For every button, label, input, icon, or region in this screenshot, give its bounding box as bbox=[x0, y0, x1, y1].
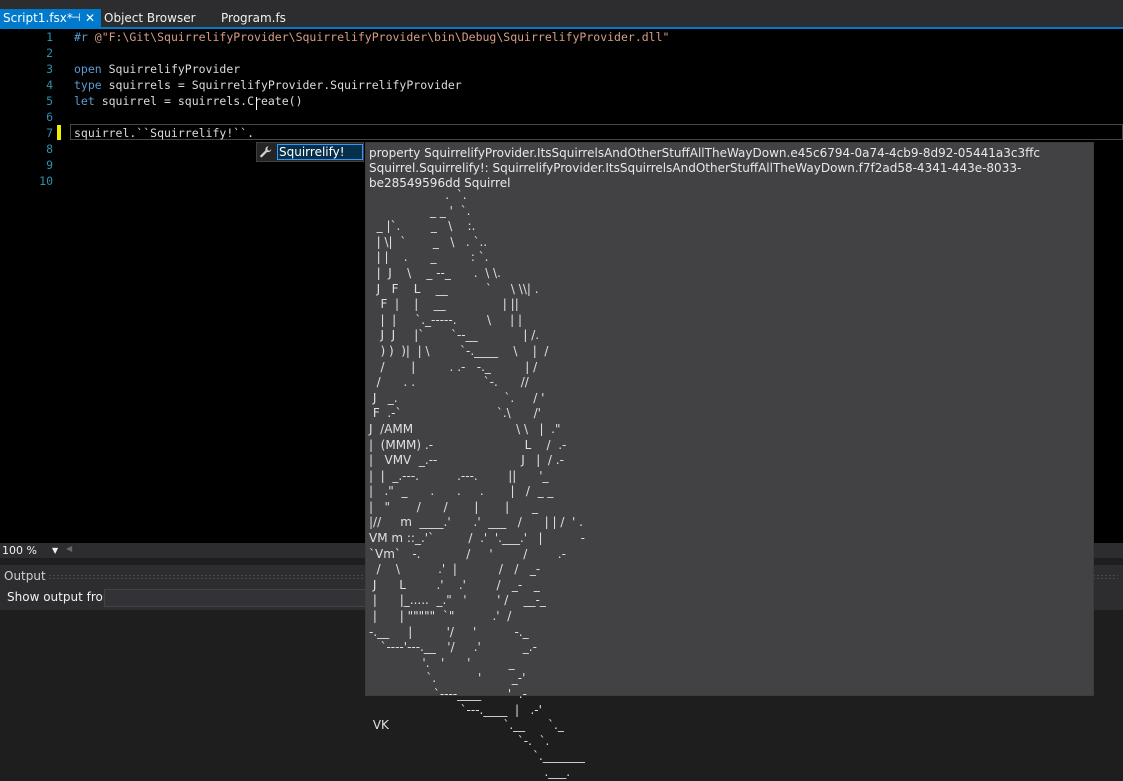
line-number: 8 bbox=[46, 142, 53, 156]
keyword: let bbox=[74, 94, 95, 108]
output-panel-title: Output bbox=[4, 569, 46, 583]
show-output-select[interactable] bbox=[104, 589, 366, 607]
line-number: 1 bbox=[46, 30, 53, 44]
code-line-1[interactable]: #r @"F:\Git\SquirrelifyProvider\Squirrel… bbox=[74, 29, 669, 45]
line-number: 6 bbox=[46, 110, 53, 124]
code-line-4[interactable]: type squirrels = SquirrelifyProvider.Squ… bbox=[74, 77, 462, 93]
completion-item-squirrelify[interactable]: Squirrelify! bbox=[277, 144, 363, 160]
show-output-label: Show output from: bbox=[7, 590, 119, 604]
line-number: 5 bbox=[46, 94, 53, 108]
keyword: type bbox=[74, 78, 102, 92]
line-number: 10 bbox=[39, 174, 53, 188]
line-number: 7 bbox=[46, 126, 53, 140]
tab-program-fs[interactable]: Program.fs bbox=[221, 9, 286, 27]
keyword: open bbox=[74, 62, 102, 76]
code-text: squirrel = squirrels.Create() bbox=[94, 94, 303, 108]
zoom-value: 100 % bbox=[2, 544, 37, 557]
code-text: SquirrelifyProvider bbox=[101, 62, 241, 76]
chevron-down-icon: ▼ bbox=[52, 546, 59, 555]
keyword: #r bbox=[74, 30, 95, 44]
tab-label: Script1.fsx* bbox=[3, 11, 73, 25]
code-line-7[interactable]: squirrel.``Squirrelify!``. bbox=[74, 125, 254, 141]
line-number: 2 bbox=[46, 46, 53, 60]
squirrel-ascii-art: . `. _ _ ' `. _ |`. _ \ :. | \| ` _ \ . … bbox=[369, 188, 586, 779]
string-literal: @"F:\Git\SquirrelifyProvider\Squirrelify… bbox=[94, 30, 670, 44]
pin-icon[interactable]: ⊣ bbox=[71, 9, 81, 27]
close-icon[interactable]: ✕ bbox=[85, 9, 95, 27]
code-text-dot: . bbox=[247, 126, 255, 140]
zoom-dropdown[interactable]: 100 % ▼ bbox=[2, 544, 58, 557]
property-signature: property SquirrelifyProvider.ItsSquirrel… bbox=[369, 146, 1040, 190]
wrench-icon bbox=[260, 146, 272, 158]
tab-label: Program.fs bbox=[221, 11, 286, 25]
code-text: squirrels = SquirrelifyProvider.Squirrel… bbox=[101, 78, 462, 92]
line-number: 9 bbox=[46, 158, 53, 172]
code-line-3[interactable]: open SquirrelifyProvider bbox=[74, 61, 240, 77]
tab-script1[interactable]: Script1.fsx* ⊣ ✕ bbox=[0, 9, 101, 27]
line-number: 4 bbox=[46, 78, 53, 92]
tab-label: Object Browser bbox=[104, 11, 196, 25]
line-number: 3 bbox=[46, 62, 53, 76]
tab-object-browser[interactable]: Object Browser bbox=[104, 9, 196, 27]
code-line-5[interactable]: let squirrel = squirrels.Create() bbox=[74, 93, 303, 109]
change-indicator bbox=[57, 125, 61, 140]
text-caret bbox=[256, 97, 257, 110]
scroll-left-icon[interactable]: ◀ bbox=[66, 544, 72, 553]
code-text: squirrel.``Squirrelify!`` bbox=[74, 126, 248, 140]
